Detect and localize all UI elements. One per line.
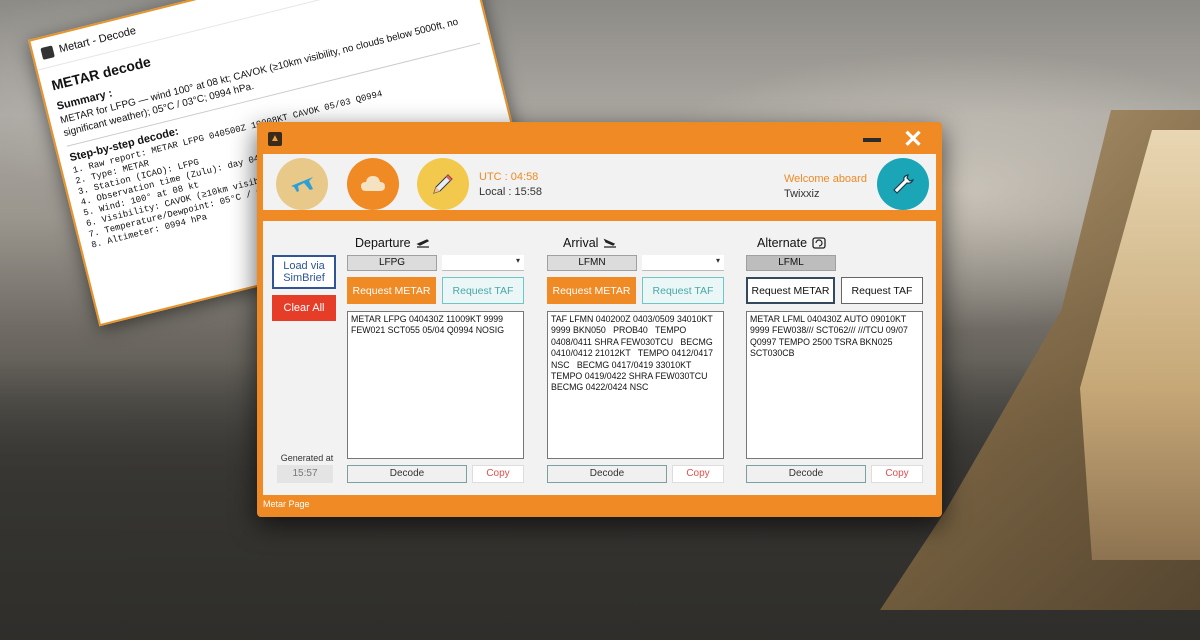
- departure-copy-button[interactable]: Copy: [472, 465, 524, 483]
- clock-block: UTC : 04:58 Local : 15:58: [479, 170, 542, 200]
- welcome-block: Welcome aboard Twixxiz: [784, 172, 867, 202]
- alternate-decode-button[interactable]: Decode: [746, 465, 866, 483]
- arrival-dropdown[interactable]: ▾: [642, 255, 724, 271]
- plane-icon: [291, 177, 313, 192]
- arrival-request-taf-button[interactable]: Request TAF: [642, 277, 724, 304]
- departure-title: Departure: [355, 236, 430, 250]
- app-logo-icon: ▲: [268, 132, 282, 146]
- header-panel: UTC : 04:58 Local : 15:58 Welcome aboard…: [263, 154, 936, 210]
- status-bar: Metar Page: [263, 499, 310, 509]
- welcome-text: Welcome aboard: [784, 173, 867, 185]
- alternate-column: Alternate LFML Request METAR Request TAF…: [746, 221, 926, 495]
- departure-column: Departure LFPG ▾ Request METAR Request T…: [347, 221, 527, 495]
- divert-icon: [812, 237, 826, 249]
- minimize-button[interactable]: [863, 138, 881, 142]
- alternate-label: Alternate: [757, 236, 808, 250]
- landing-icon: [604, 238, 617, 248]
- load-simbrief-button[interactable]: Load via SimBrief: [272, 255, 336, 289]
- app-logo-icon: [40, 44, 55, 60]
- alternate-icao-field[interactable]: LFML: [746, 255, 836, 271]
- pencil-icon: [433, 174, 453, 194]
- close-button[interactable]: ✕: [903, 126, 923, 154]
- settings-button[interactable]: [877, 158, 929, 210]
- arrival-decode-button[interactable]: Decode: [547, 465, 667, 483]
- weather-nav-button[interactable]: [347, 158, 399, 210]
- arrival-request-metar-button[interactable]: Request METAR: [547, 277, 636, 304]
- generated-at-label: Generated at: [280, 453, 334, 463]
- arrival-icao-field[interactable]: LFMN: [547, 255, 637, 271]
- departure-report-box[interactable]: METAR LFPG 040430Z 11009KT 9999 FEW021 S…: [347, 311, 524, 459]
- arrival-title: Arrival: [563, 236, 617, 250]
- local-time: Local : 15:58: [479, 186, 542, 198]
- chevron-down-icon: ▾: [515, 256, 520, 265]
- main-titlebar: ▲ ✕: [260, 125, 939, 153]
- alternate-title: Alternate: [757, 236, 826, 250]
- alternate-request-metar-button[interactable]: Request METAR: [746, 277, 835, 304]
- username: Twixxiz: [784, 188, 820, 200]
- takeoff-icon: [416, 239, 429, 248]
- alternate-copy-button[interactable]: Copy: [871, 465, 923, 483]
- alternate-report-box[interactable]: METAR LFML 040430Z AUTO 09010KT 9999 FEW…: [746, 311, 923, 459]
- departure-request-taf-button[interactable]: Request TAF: [442, 277, 524, 304]
- clear-all-button[interactable]: Clear All: [272, 295, 336, 321]
- content-panel: Load via SimBrief Clear All Generated at…: [263, 221, 936, 495]
- departure-decode-button[interactable]: Decode: [347, 465, 467, 483]
- utc-time: UTC : 04:58: [479, 171, 539, 183]
- cloud-icon: [361, 176, 385, 191]
- arrival-copy-button[interactable]: Copy: [672, 465, 724, 483]
- generated-time: 15:57: [277, 465, 333, 483]
- departure-icao-field[interactable]: LFPG: [347, 255, 437, 271]
- departure-dropdown[interactable]: ▾: [442, 255, 524, 271]
- departure-label: Departure: [355, 236, 411, 250]
- arrival-column: Arrival LFMN ▾ Request METAR Request TAF…: [547, 221, 727, 495]
- metar-main-window: ▲ ✕ UTC : 04:58 Local : 15:58 Welcome ab…: [257, 122, 942, 517]
- wrench-icon: [893, 174, 915, 194]
- arrival-report-box[interactable]: TAF LFMN 040200Z 0403/0509 34010KT 9999 …: [547, 311, 724, 459]
- flight-nav-button[interactable]: [276, 158, 328, 210]
- arrival-label: Arrival: [563, 236, 599, 250]
- departure-request-metar-button[interactable]: Request METAR: [347, 277, 436, 304]
- notes-nav-button[interactable]: [417, 158, 469, 210]
- chevron-down-icon: ▾: [715, 256, 720, 265]
- alternate-request-taf-button[interactable]: Request TAF: [841, 277, 923, 304]
